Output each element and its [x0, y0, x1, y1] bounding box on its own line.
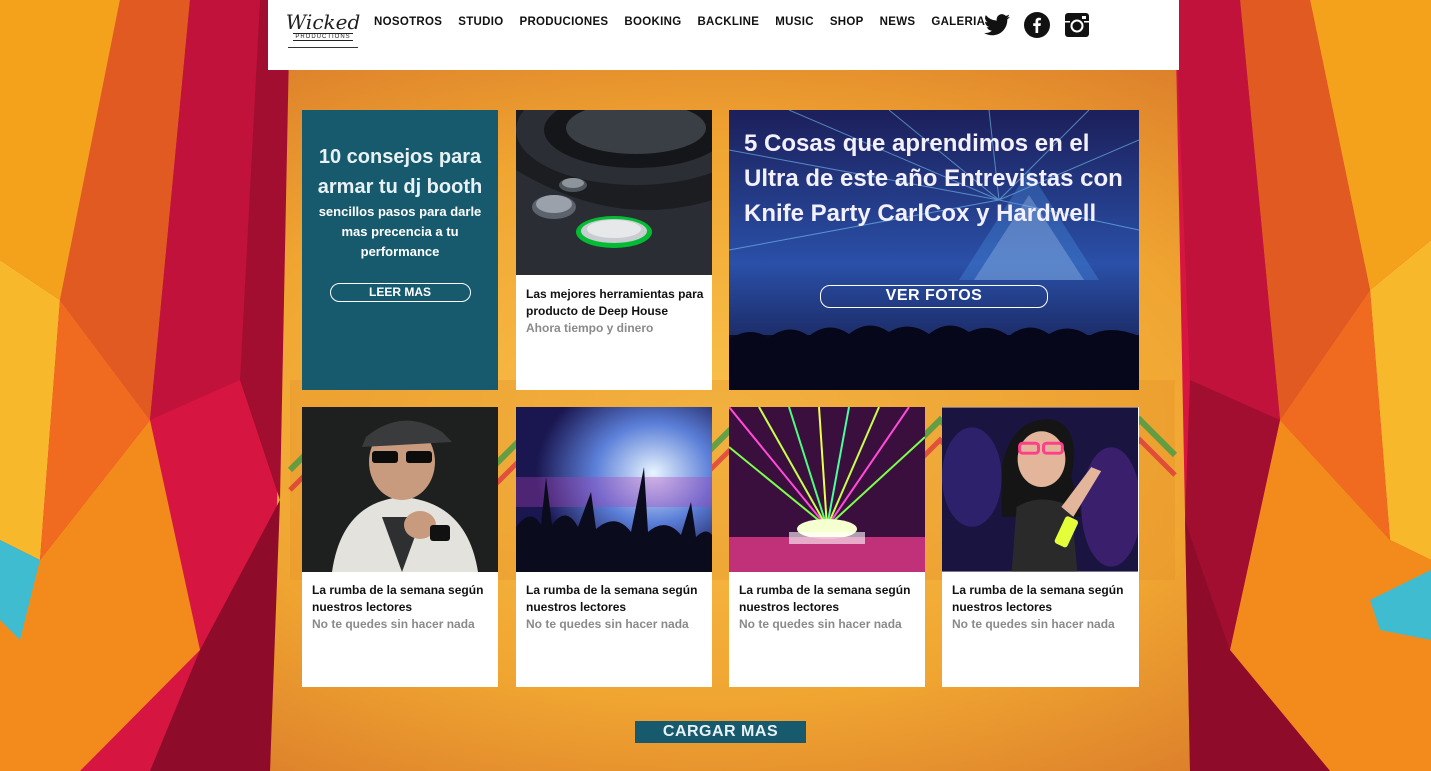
article-card-rumba-2[interactable]: La rumba de la semana según nuestros lec…	[516, 407, 712, 687]
card-subtitle: No te quedes sin hacer nada	[952, 617, 1115, 631]
nav-item-booking[interactable]: BOOKING	[624, 16, 681, 28]
nav-item-studio[interactable]: STUDIO	[458, 16, 503, 28]
twitter-icon[interactable]	[984, 12, 1010, 38]
nav-item-news[interactable]: NEWS	[880, 16, 916, 28]
card-text: La rumba de la semana según nuestros lec…	[739, 582, 917, 633]
dj-controller-image	[516, 110, 712, 275]
card-subtitle: No te quedes sin hacer nada	[312, 617, 475, 631]
crowd-party-image	[516, 407, 712, 572]
card-subtitle: No te quedes sin hacer nada	[739, 617, 902, 631]
logo-script: Wicked	[285, 10, 361, 34]
social-links	[984, 12, 1090, 38]
article-card-rumba-4[interactable]: La rumba de la semana según nuestros lec…	[942, 407, 1139, 687]
article-card-rumba-1[interactable]: La rumba de la semana según nuestros lec…	[302, 407, 498, 687]
card-title: Las mejores herramientas para producto d…	[526, 287, 704, 318]
facebook-icon[interactable]	[1024, 12, 1050, 38]
card-subtitle: Ahora tiempo y dinero	[526, 321, 654, 335]
logo-subtitle: PRODUCTIONS	[293, 33, 353, 41]
instagram-icon[interactable]	[1064, 12, 1090, 38]
ultra-feature-tile[interactable]: 5 Cosas que aprendimos en el Ultra de es…	[729, 110, 1139, 390]
site-logo[interactable]: Wicked PRODUCTIONS	[285, 6, 361, 48]
load-more-button[interactable]: CARGAR MAS	[635, 721, 806, 743]
dj-portrait-image	[302, 407, 498, 572]
card-title: La rumba de la semana según nuestros lec…	[739, 583, 911, 614]
card-text: La rumba de la semana según nuestros lec…	[526, 582, 704, 633]
feature-tile[interactable]: 10 consejos para armar tu dj booth senci…	[302, 110, 498, 390]
main-nav: NOSOTROS STUDIO PRODUCIONES BOOKING BACK…	[374, 16, 1001, 28]
nav-item-backline[interactable]: BACKLINE	[697, 16, 759, 28]
article-card-deep-house[interactable]: Las mejores herramientas para producto d…	[516, 110, 712, 390]
laser-show-image	[729, 407, 925, 572]
card-subtitle: No te quedes sin hacer nada	[526, 617, 689, 631]
card-title: La rumba de la semana según nuestros lec…	[526, 583, 698, 614]
article-card-rumba-3[interactable]: La rumba de la semana según nuestros lec…	[729, 407, 925, 687]
card-text: Las mejores herramientas para producto d…	[526, 286, 704, 337]
site-header: Wicked PRODUCTIONS NOSOTROS STUDIO PRODU…	[268, 0, 1179, 70]
ultra-title: 5 Cosas que aprendimos en el Ultra de es…	[744, 130, 1123, 227]
nav-item-galeria[interactable]: GALERIA	[931, 16, 985, 28]
card-title: La rumba de la semana según nuestros lec…	[952, 583, 1124, 614]
dancing-girl-image	[942, 407, 1138, 572]
feature-subtitle: sencillos pasos para darle mas precencia…	[318, 204, 482, 259]
feature-title: 10 consejos para armar tu dj booth	[317, 146, 483, 198]
page-container: Wicked PRODUCTIONS NOSOTROS STUDIO PRODU…	[268, 0, 1179, 771]
nav-item-producciones[interactable]: PRODUCIONES	[519, 16, 608, 28]
nav-item-nosotros[interactable]: NOSOTROS	[374, 16, 442, 28]
view-photos-button[interactable]: VER FOTOS	[820, 285, 1048, 308]
nav-item-music[interactable]: MUSIC	[775, 16, 814, 28]
card-text: La rumba de la semana según nuestros lec…	[312, 582, 490, 633]
nav-item-shop[interactable]: SHOP	[830, 16, 864, 28]
read-more-button[interactable]: LEER MAS	[329, 283, 471, 302]
card-title: La rumba de la semana según nuestros lec…	[312, 583, 484, 614]
card-text: La rumba de la semana según nuestros lec…	[952, 582, 1131, 633]
